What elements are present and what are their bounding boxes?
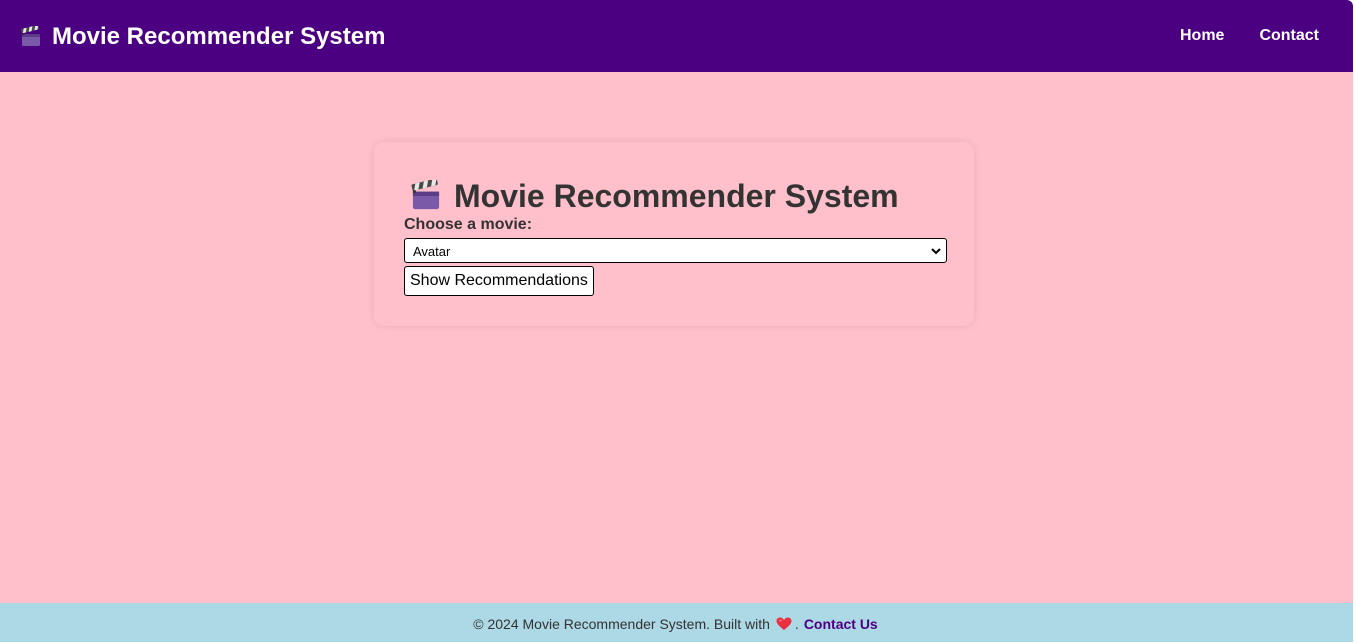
brand[interactable]: Movie Recommender System [20, 23, 385, 51]
footer-period: . [794, 615, 799, 632]
footer-contact-link[interactable]: Contact Us [804, 616, 878, 632]
chevron-down-icon [930, 245, 942, 257]
footer-content: © 2024 Movie Recommender System. Built w… [473, 616, 877, 632]
clapper-board-icon [410, 178, 442, 212]
nav-link-contact[interactable]: Contact [1259, 27, 1319, 45]
movie-select-value: Avatar [413, 244, 451, 259]
clapper-board-icon [20, 24, 42, 48]
movie-select[interactable]: Avatar [404, 238, 947, 263]
page-title: Movie Recommender System [404, 176, 944, 216]
movie-select-label: Choose a movie: [404, 216, 533, 233]
footer-copyright: © 2024 Movie Recommender System. Built w… [473, 615, 770, 632]
footer: © 2024 Movie Recommender System. Built w… [0, 603, 1353, 642]
nav-link-home[interactable]: Home [1180, 27, 1224, 45]
brand-title: Movie Recommender System [52, 23, 386, 50]
nav-links: Home Contact [1145, 27, 1319, 45]
recommender-card: Movie Recommender System Choose a movie:… [374, 142, 974, 326]
heart-icon [776, 617, 792, 631]
app-window: Movie Recommender System Home Contact Mo… [0, 0, 1353, 642]
page-title-text: Movie Recommender System [454, 177, 899, 214]
show-recommendations-button[interactable]: Show Recommendations [404, 266, 594, 296]
navbar: Movie Recommender System Home Contact [0, 0, 1353, 72]
